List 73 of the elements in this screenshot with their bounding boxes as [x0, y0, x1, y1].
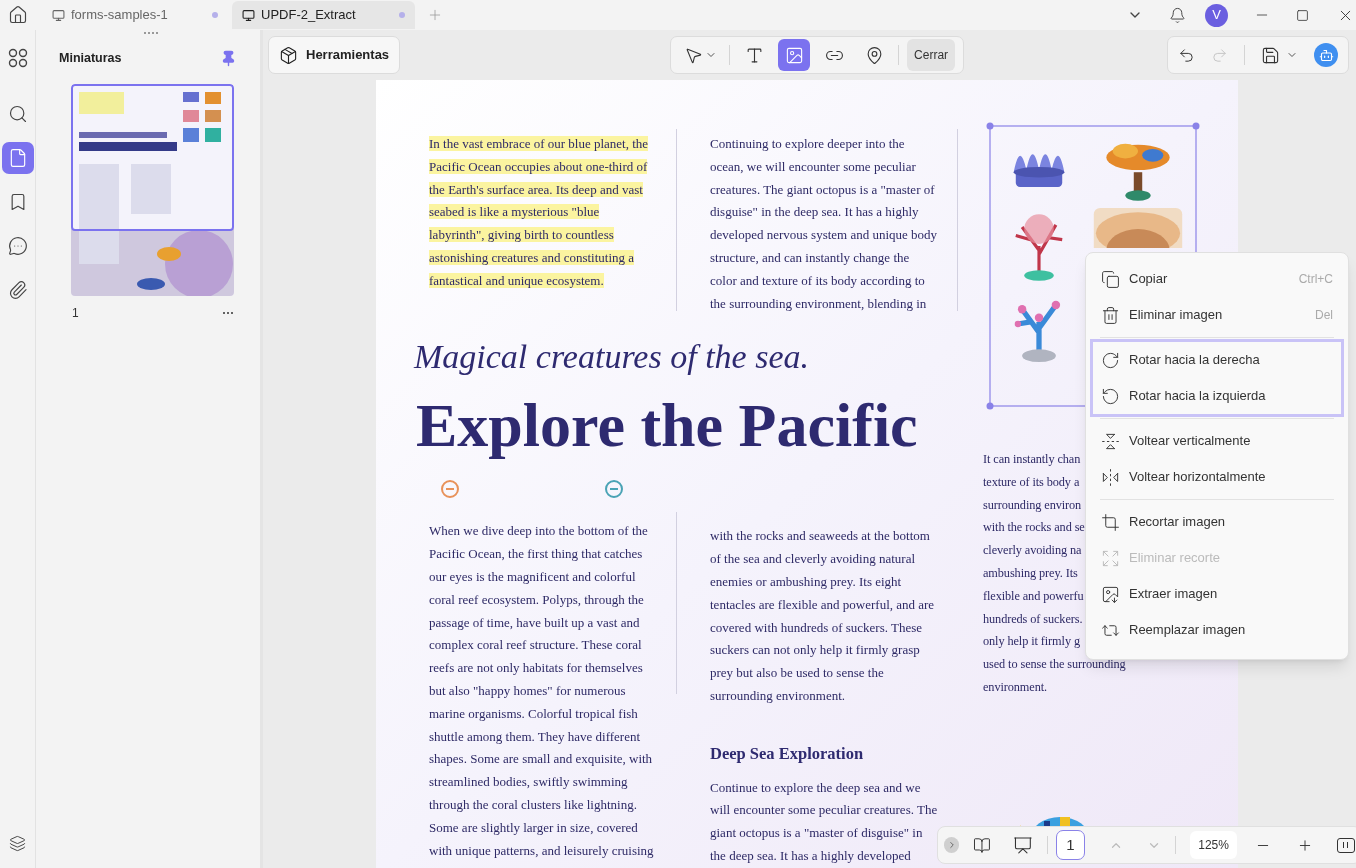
shortcut-label: Del [1315, 307, 1333, 324]
maximize-icon[interactable] [1296, 8, 1309, 22]
notification-icon[interactable] [1169, 6, 1186, 24]
assistant-button[interactable] [1314, 43, 1338, 67]
presentation-icon[interactable] [1013, 834, 1033, 856]
monitor-icon [242, 8, 255, 22]
text-line: It can instantly chan [983, 451, 1081, 468]
text-line: hundreds of suckers. [983, 610, 1083, 628]
paragraph: Continuing to explore deeper into the ocean, we will encounter some peculiar creatures. The giant octopus is a "master of disguise" in the deep sea. It has a highly developed nervous system and unique body structure, and can instantly change the color and texture of its body according to the surrounding environment, blending in [710, 135, 939, 313]
pin-icon[interactable] [220, 49, 237, 67]
close-editing-button[interactable]: Cerrar [907, 39, 956, 71]
panel-title: Miniaturas [59, 49, 123, 67]
sidebar-button[interactable] [1, 142, 34, 174]
page-number: 1 [72, 305, 80, 322]
paragraph: with the rocks and seaweeds at the bottom of the sea and cleverly avoiding natural enemies or ambushing prey. Its eight tentacles are flexible and powerful, and are covered with hundreds of suckers. These suckers can not only help it firmly grasp prey but also be used to sense the surrounding environment. [710, 527, 936, 705]
account-avatar[interactable]: V [1205, 3, 1228, 27]
menu-item[interactable]: Rotar hacia la derecha [1093, 345, 1341, 375]
flip-vertical-icon [1101, 431, 1120, 451]
search-icon [7, 104, 28, 124]
text-line: with the rocks and se [983, 519, 1085, 537]
two-page-icon[interactable] [973, 835, 991, 855]
menu-item[interactable]: Eliminar imagen Del [1093, 300, 1341, 330]
paragraph: Continue to explore the deep sea and we will encounter some peculiar creatures. The giant octopus is a "master of disguise" in the deep sea. It has a highly developed [710, 778, 939, 865]
resize-handle[interactable] [144, 32, 158, 36]
text-line: used to sense the surrounding [983, 656, 1126, 674]
text-line: environment. [983, 678, 1048, 696]
comment-icon [7, 236, 28, 256]
apps-icon [7, 48, 28, 68]
text-line: only help it firmly g [983, 633, 1080, 651]
document-tab[interactable]: UPDF-2_Extract [232, 1, 415, 29]
tool-button[interactable] [778, 39, 811, 71]
toolbox-icon [279, 45, 298, 65]
flip-horizontal-icon [1101, 467, 1120, 487]
paragraph: When we dive deep into the bottom of the Pacific Ocean, the first thing that catches our eyes is the magnificent and colorful coral reef ecosystem. Polyps, through the passage of time, have built up a vast and complex coral reef structure. These coral reefs are not only habitats for themselves but also "happy homes" for numerous marine organisms. Colorful tropical fish shuttle among them. They have different shapes. Some are small and exquisite, with streamlined bodies, swiftly swimming through the coral clusters like lightning. Some are slightly larger in size, covered with unique patterns, and leisurely cruising [429, 522, 655, 860]
text-line: ambushing prey. Its [983, 565, 1078, 582]
paperclip-icon [7, 280, 28, 300]
text-line: surrounding environ [983, 496, 1082, 514]
shortcut-label: Ctrl+C [1298, 271, 1333, 288]
section-heading: Deep Sea Exploration [710, 742, 865, 765]
comment-marker-icon[interactable] [605, 480, 623, 499]
menu-item[interactable]: Recortar imagen [1093, 507, 1341, 537]
image-icon [784, 45, 804, 65]
trash-icon [1101, 305, 1120, 325]
paragraph: In the vast embrace of our blue planet, the Pacific Ocean occupies about one-third of the Earth's surface area. Its deep and vast seabed is like a mysterious "blue labyrinth", giving birth to countless astonishing creatures and constituting a fantastical and unique ecosystem. [429, 135, 650, 290]
subtitle: Magical creatures of the sea. [414, 337, 810, 378]
menu-item[interactable]: Copiar Ctrl+C [1093, 264, 1341, 294]
comment-marker-icon[interactable] [441, 480, 459, 499]
menu-item[interactable]: Rotar hacia la izquierda [1093, 381, 1341, 411]
bot-icon [1318, 47, 1334, 63]
layers-icon[interactable] [9, 835, 26, 852]
menu-item[interactable]: Reemplazar imagen [1093, 615, 1341, 645]
page-field[interactable]: 1 [1055, 830, 1086, 860]
undo-icon[interactable] [1178, 46, 1195, 64]
menu-item[interactable]: Voltear horizontalmente [1093, 462, 1341, 492]
rotate-left-icon [1101, 386, 1120, 406]
image-export-icon [1101, 584, 1120, 604]
tools-button[interactable]: Herramientas [268, 36, 401, 74]
copy-icon [1101, 269, 1120, 289]
crop-icon [1101, 512, 1120, 532]
monitor-icon [52, 8, 65, 22]
text-line: cleverly avoiding na [983, 542, 1082, 560]
save-icon[interactable] [1261, 45, 1280, 65]
menu-item[interactable]: Extraer imagen [1093, 579, 1341, 609]
menu-item[interactable]: Voltear verticalmente [1093, 426, 1341, 456]
title: Explore the Pacific [416, 390, 919, 461]
text-line: flexible and powerfu [983, 587, 1084, 605]
actual-size-icon[interactable] [1337, 837, 1355, 853]
text-line: texture of its body a [983, 473, 1080, 491]
document-tab[interactable]: forms-samples-1 [42, 1, 228, 29]
home-icon[interactable] [8, 5, 28, 25]
zoom-field[interactable]: 125% [1190, 831, 1237, 859]
expand-icon [1101, 548, 1120, 568]
rotate-right-icon [1101, 350, 1120, 370]
